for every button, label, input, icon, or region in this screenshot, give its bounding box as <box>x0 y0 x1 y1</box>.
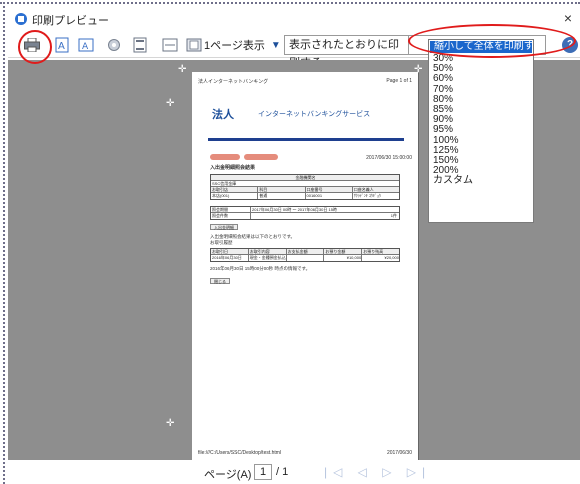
window-title: 印刷プレビュー <box>32 15 109 27</box>
back-button: 閉じる <box>210 278 230 284</box>
brand-subtitle: インターネットバンキングサービス <box>258 111 371 118</box>
page-tab-pill-1 <box>210 154 240 160</box>
period-label: 照会期間 <box>211 207 251 212</box>
page-date: 2017/06/30 15:00:00 <box>366 155 412 161</box>
margin-marker-left-bottom[interactable]: ✛ <box>166 418 174 429</box>
table-header: お支払金額 <box>287 249 325 254</box>
page-footer-left: file:///C:/Users/SSC/Desktop/test.html <box>198 450 282 456</box>
note-text: 2016年06月30日 15時00分00秒 時点の情報です。 <box>210 266 311 271</box>
page-footer-right: 2017/06/30 <box>386 450 412 456</box>
page-nav-buttons[interactable]: |◁ ◁ ▷ ▷| <box>324 465 431 479</box>
pages-per-view-value: 1ページ表示 <box>204 40 265 52</box>
table-cell <box>287 255 325 261</box>
result-subtext: お取引履歴 <box>210 240 233 245</box>
table-header: 口座名義人 <box>353 187 374 192</box>
bank-brand: 法人 インターネットバンキングサービス <box>212 106 408 136</box>
table-cell: ¥20,000 <box>384 255 399 260</box>
table-cell: 0016001 <box>306 193 353 199</box>
account-table: 金融機関名 SSC信用金庫 お取引店 科目 口座番号 口座名義人 本店(001)… <box>210 174 400 200</box>
full-page-button[interactable] <box>184 35 204 55</box>
close-button[interactable]: × <box>560 10 576 26</box>
table-cell: 普通 <box>258 193 306 199</box>
brand-bar <box>208 138 404 141</box>
pages-per-view-select[interactable]: 1ページ表示 ▼ <box>204 36 281 54</box>
table-header: お取引店 <box>211 187 259 192</box>
full-page-icon <box>186 38 202 52</box>
table-header: お預り金額 <box>324 249 363 254</box>
scale-option-custom[interactable]: カスタム <box>429 176 533 186</box>
landscape-button[interactable]: A <box>76 35 96 55</box>
table-cell: ¥10,000 <box>324 255 363 261</box>
table-header: お取引日 <box>211 249 249 254</box>
table-row: 2016年06月30日 現金・金種預金払込 ¥10,000 ¥20,000 <box>211 255 399 261</box>
table-cell: 2016年06月30日 <box>211 255 249 261</box>
detail-button: 入出金明細 <box>210 224 238 230</box>
page-portrait-icon: A <box>55 37 69 53</box>
dotted-frame-top <box>0 2 580 4</box>
status-bar: ページ(A) 1 / 1 |◁ ◁ ▷ ▷| <box>8 460 580 484</box>
page-header-left: 法人インターネットバンキング <box>198 79 269 85</box>
svg-text:A: A <box>82 42 89 52</box>
table-cell: 本店(001) <box>211 193 259 199</box>
gear-icon <box>108 39 120 51</box>
page-title: 入出金明細照会結果 <box>210 165 256 171</box>
header-footer-icon <box>133 37 147 53</box>
detail-table: お取引日 お取引内容 お支払金額 お預り金額 お預り残高 2016年06月30日… <box>210 248 400 262</box>
table-header: お預り残高 <box>363 249 384 254</box>
dotted-frame-left <box>3 2 5 484</box>
chevron-down-icon: ▼ <box>270 39 281 51</box>
account-table-title: 金融機関名 <box>295 175 316 180</box>
table-header: 口座番号 <box>306 187 353 192</box>
preview-page: 法人インターネットバンキング Page 1 of 1 法人 インターネットバンキ… <box>192 72 418 460</box>
table-row: 本店(001) 普通 0016001 ｻｸﾗﾃﾞﾝｷ ｺｳｷﾞｮｳ <box>211 193 399 199</box>
portrait-button[interactable]: A <box>52 35 72 55</box>
page-header-right: Page 1 of 1 <box>386 78 412 84</box>
svg-text:A: A <box>58 41 65 52</box>
header-footer-button[interactable] <box>130 35 150 55</box>
table-cell: 現金・金種預金払込 <box>249 255 287 261</box>
print-preview-window: 印刷プレビュー × A A 1ページ表示 ▼ 表示されたとおりに印 ? 縮小して… <box>8 8 580 484</box>
page-label: ページ(A) <box>204 469 252 481</box>
table-row: 照会件数 1件 <box>211 213 399 219</box>
app-icon <box>15 13 27 25</box>
print-mode-select[interactable]: 表示されたとおりに印刷する <box>284 35 410 69</box>
table-header: お取引内容 <box>249 249 287 254</box>
brand-logo: 法人 <box>212 109 234 121</box>
title-bar: 印刷プレビュー × <box>8 8 580 30</box>
print-button[interactable] <box>22 35 42 55</box>
scale-option-fit[interactable]: 縮小して全体を印刷する <box>430 41 544 53</box>
printer-icon <box>24 38 40 52</box>
period-value: 2017年06月30日 00時 ～ 2017年06月30日 15時 <box>252 207 337 212</box>
bank-name: SSC信用金庫 <box>212 181 237 186</box>
period-table: 照会期間 2017年06月30日 00時 ～ 2017年06月30日 15時 照… <box>210 206 400 220</box>
full-width-button[interactable] <box>160 35 180 55</box>
page-tab-pill-2 <box>244 154 278 160</box>
page-total: / 1 <box>276 466 289 478</box>
scale-dropdown-list: 縮小して全体を印刷する 30% 50% 60% 70% 80% 85% 90% … <box>428 39 544 223</box>
table-cell: ｻｸﾗﾃﾞﾝｷ ｺｳｷﾞｮｳ <box>353 193 381 198</box>
page-landscape-icon: A <box>78 38 94 52</box>
count-label: 照会件数 <box>211 213 251 219</box>
count-value: 1件 <box>390 213 397 218</box>
help-icon[interactable]: ? <box>562 37 578 53</box>
scale-option-95[interactable]: 95% <box>429 125 533 135</box>
table-header: 科目 <box>258 187 306 192</box>
margin-marker-top-left[interactable]: ✛ <box>178 64 186 75</box>
margin-marker-left-top[interactable]: ✛ <box>166 98 174 109</box>
page-setup-button[interactable] <box>104 35 124 55</box>
full-width-icon <box>162 38 178 52</box>
page-number-input[interactable]: 1 <box>254 464 272 480</box>
